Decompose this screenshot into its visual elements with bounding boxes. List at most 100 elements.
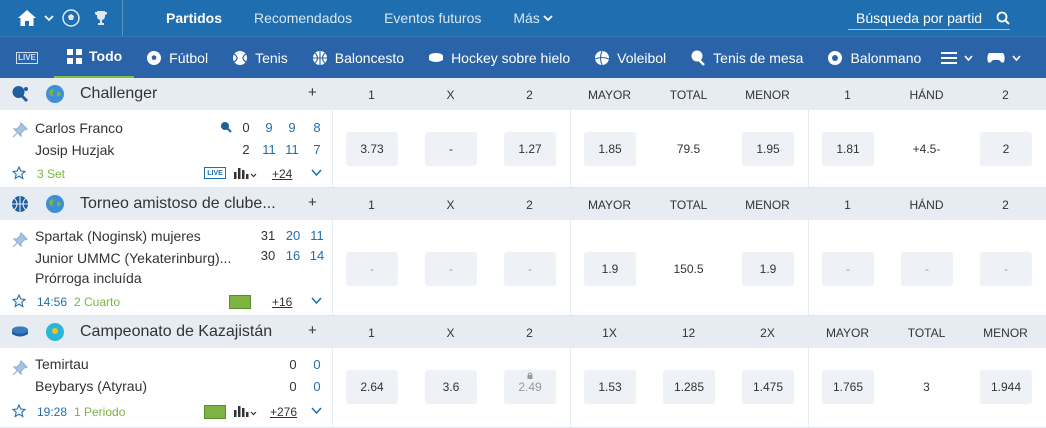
sport-tab-balonmano[interactable]: Balonmano <box>815 37 933 79</box>
more-markets-link[interactable]: +276 <box>270 405 297 419</box>
chevron-down-icon[interactable] <box>311 167 322 179</box>
column-header: 2X <box>760 326 775 340</box>
lock-icon <box>527 372 533 379</box>
nav-eventos-futuros[interactable]: Eventos futuros <box>368 0 497 36</box>
star-icon[interactable] <box>11 403 27 418</box>
sport-tab-label: Fútbol <box>169 49 209 66</box>
match-row[interactable]: Carlos Franco Josip Huzjak 0 9 9 8 2 11 … <box>0 110 1046 188</box>
statistics-icon[interactable] <box>233 166 257 180</box>
score: 0 <box>242 120 250 135</box>
column-header: MENOR <box>983 326 1028 340</box>
live-badge[interactable]: LIVE <box>204 167 226 179</box>
odd-button[interactable]: 1.85 <box>584 132 636 166</box>
nav-recomendados[interactable]: Recomendados <box>238 0 368 36</box>
nav-partidos[interactable]: Partidos <box>150 0 238 36</box>
field-icon[interactable] <box>204 405 226 419</box>
statistics-icon[interactable] <box>233 404 257 418</box>
football-icon[interactable] <box>56 0 86 36</box>
score: 8 <box>313 120 321 135</box>
odd-button[interactable]: 2 <box>980 132 1032 166</box>
chevron-down-icon <box>543 14 553 21</box>
column-header: TOTAL <box>669 198 708 212</box>
expand-button[interactable]: + <box>308 322 317 339</box>
pin-icon[interactable] <box>12 231 29 248</box>
team-away: Junior UMMC (Yekaterinburg)... <box>35 250 232 266</box>
chevron-down-icon[interactable] <box>311 295 322 307</box>
odd-button[interactable]: 1.944 <box>980 370 1032 404</box>
odd-button[interactable]: 1.81 <box>822 132 874 166</box>
odd-button[interactable]: 1.765 <box>822 370 874 404</box>
score: 14 <box>309 248 325 263</box>
sport-tab-label: Todo <box>89 48 123 64</box>
odd-button[interactable]: - <box>901 252 953 286</box>
odd-button[interactable]: - <box>425 132 477 166</box>
odd-button[interactable]: 1.27 <box>504 132 556 166</box>
more-markets-link[interactable]: +24 <box>272 167 292 181</box>
score: 30 <box>260 248 276 263</box>
odd-button[interactable]: 1.9 <box>742 252 794 286</box>
column-header: 1 <box>844 88 851 102</box>
match-row[interactable]: Spartak (Noginsk) mujeres Junior UMMC (Y… <box>0 220 1046 316</box>
sport-tab-todo[interactable]: Todo <box>54 37 135 79</box>
odd-button[interactable]: 1.285 <box>663 370 715 404</box>
more-sports-menu[interactable] <box>933 37 981 79</box>
court-icon[interactable] <box>229 295 251 309</box>
group-header[interactable]: Campeonato de Kazajistán + 1 X 2 1X 12 2… <box>0 316 1046 348</box>
column-header: 2 <box>526 88 533 102</box>
more-markets-link[interactable]: +16 <box>272 295 292 309</box>
sport-tab-hockey[interactable]: Hockey sobre hielo <box>416 37 582 79</box>
divider <box>570 110 571 187</box>
star-icon[interactable] <box>11 293 27 308</box>
match-row[interactable]: Temirtau Beybarys (Atyrau) 0 0 0 0 19:28… <box>0 348 1046 428</box>
expand-button[interactable]: + <box>308 84 317 101</box>
column-header: 1X <box>602 326 617 340</box>
odd-button[interactable]: - <box>425 252 477 286</box>
score: 20 <box>285 228 301 243</box>
score: 11 <box>310 228 324 243</box>
score: 0 <box>313 357 321 372</box>
star-icon[interactable] <box>11 165 27 180</box>
nav-mas-label: Más <box>513 10 540 26</box>
chevron-down-icon[interactable] <box>42 0 56 36</box>
odd-button[interactable]: 1.95 <box>742 132 794 166</box>
sport-tab-voleibol[interactable]: Voleibol <box>582 37 678 79</box>
odd-button[interactable]: - <box>980 252 1032 286</box>
odd-button[interactable]: - <box>504 252 556 286</box>
grid-icon <box>66 48 82 64</box>
group-title: Campeonato de Kazajistán <box>80 323 273 340</box>
pin-icon[interactable] <box>12 359 29 376</box>
search-input[interactable]: Búsqueda por partid <box>848 6 1010 30</box>
odd-button[interactable]: 1.53 <box>584 370 636 404</box>
sport-tab-futbol[interactable]: Fútbol <box>134 37 220 79</box>
odd-button[interactable]: 2.64 <box>346 370 398 404</box>
sport-tab-baloncesto[interactable]: Baloncesto <box>300 37 416 79</box>
pin-icon[interactable] <box>12 121 29 138</box>
score: 9 <box>288 120 296 135</box>
live-filter-button[interactable]: LIVE <box>16 51 38 64</box>
sport-tab-tenis[interactable]: Tenis <box>220 37 300 79</box>
group-header[interactable]: Torneo amistoso de clube... + 1 X 2 MAYO… <box>0 188 1046 220</box>
score: 0 <box>289 357 297 372</box>
column-header: MAYOR <box>587 88 632 102</box>
odd-button[interactable]: 3.6 <box>425 370 477 404</box>
odd-button[interactable]: - <box>822 252 874 286</box>
match-period: 3 Set <box>37 167 66 181</box>
search-icon[interactable] <box>996 11 1010 25</box>
column-header: 1 <box>368 326 375 340</box>
odd-button[interactable]: 3.73 <box>346 132 398 166</box>
odd-button[interactable]: 1.475 <box>742 370 794 404</box>
divider <box>332 110 333 187</box>
esports-menu[interactable] <box>981 37 1027 79</box>
divider <box>570 348 571 427</box>
odd-button[interactable]: 1.9 <box>584 252 636 286</box>
top-nav-bar: Partidos Recomendados Eventos futuros Má… <box>0 0 1046 36</box>
home-icon[interactable] <box>12 0 42 36</box>
team-home: Spartak (Noginsk) mujeres <box>35 228 201 244</box>
chevron-down-icon[interactable] <box>311 405 322 417</box>
trophy-icon[interactable] <box>86 0 116 36</box>
expand-button[interactable]: + <box>308 194 317 211</box>
nav-mas[interactable]: Más <box>497 0 568 36</box>
group-header[interactable]: Challenger + 1 X 2 MAYOR TOTAL MENOR 1 H… <box>0 78 1046 110</box>
odd-button[interactable]: - <box>346 252 398 286</box>
sport-tab-tenis-de-mesa[interactable]: Tenis de mesa <box>678 37 815 79</box>
